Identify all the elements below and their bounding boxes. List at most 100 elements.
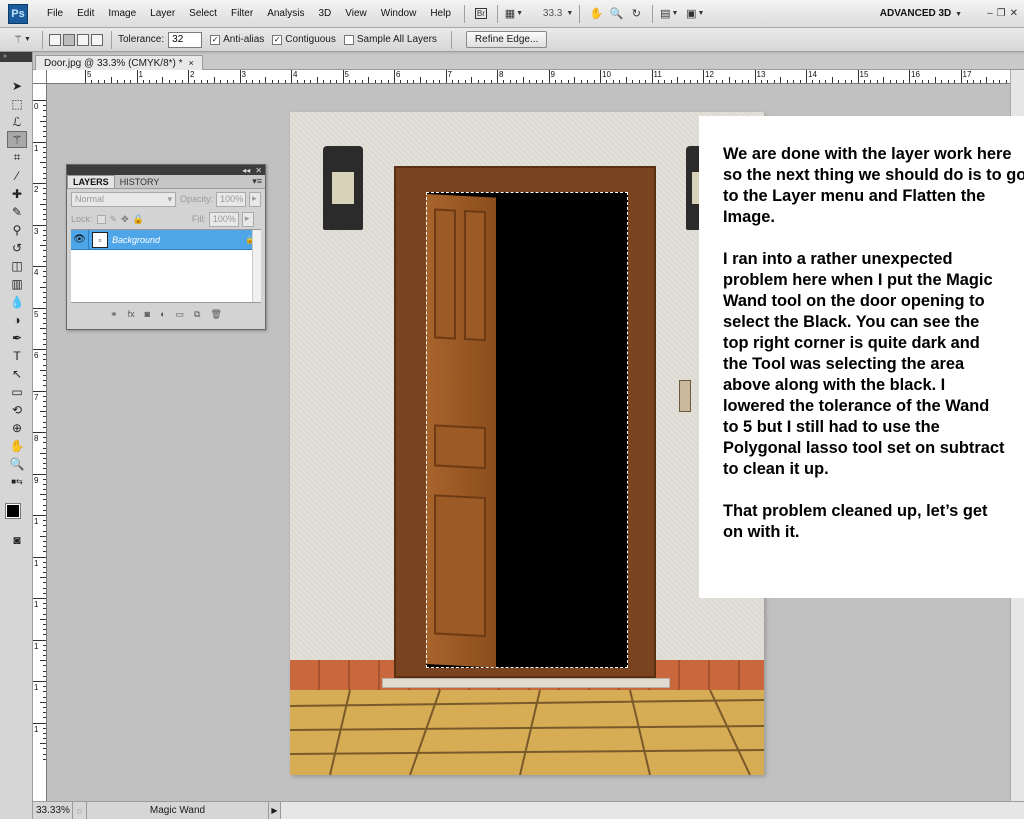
zoom-tool-icon[interactable]: 🔍 — [606, 5, 626, 23]
menu-help[interactable]: Help — [423, 8, 458, 19]
opacity-slider-icon[interactable]: ▸ — [249, 191, 261, 207]
rotate-view-icon[interactable]: ↻ — [626, 5, 646, 23]
foreground-color-swatch[interactable] — [5, 503, 21, 519]
tolerance-input[interactable] — [168, 31, 203, 48]
menu-image[interactable]: Image — [101, 8, 143, 19]
panel-menu-icon[interactable]: ▾≡ — [252, 176, 262, 187]
tab-history[interactable]: HISTORY — [115, 176, 165, 188]
tool-preset-picker[interactable]: ⚚ ▼ — [8, 31, 36, 49]
hand-tool-icon[interactable]: ✋ — [7, 437, 27, 454]
layers-panel-titlebar[interactable]: ◂◂ ✕ — [67, 165, 265, 175]
gradient-tool-icon[interactable]: ▥ — [7, 275, 27, 292]
minimize-icon[interactable]: – — [987, 8, 993, 19]
contiguous-checkbox[interactable]: ✓ — [272, 34, 283, 45]
new-group-icon[interactable]: ▭ — [176, 309, 185, 320]
menu-view[interactable]: View — [338, 8, 374, 19]
adjustment-layer-icon[interactable]: ◐ — [160, 309, 165, 319]
layer-row-background[interactable]: 👁 ▫ Background 🔒 — [71, 229, 261, 250]
menu-layer[interactable]: Layer — [143, 8, 182, 19]
close-tab-icon[interactable]: × — [189, 58, 194, 68]
layer-mask-icon[interactable]: ◙ — [145, 309, 150, 319]
vertical-ruler[interactable]: 0 1 2 3 4 5 6 7 8 9 1 1 1 1 1 1 — [33, 70, 47, 801]
clone-stamp-tool-icon[interactable]: ⚲ — [7, 221, 27, 238]
healing-brush-tool-icon[interactable]: ✚ — [7, 185, 27, 202]
lock-position-icon[interactable]: ✥ — [121, 214, 129, 225]
menu-window[interactable]: Window — [374, 8, 424, 19]
zoom-tool-icon[interactable]: 🔍 — [7, 455, 27, 472]
lock-transparency-icon[interactable] — [96, 214, 106, 224]
close-icon[interactable]: ✕ — [255, 166, 262, 175]
layer-name[interactable]: Background — [112, 235, 245, 245]
ruler-tick — [722, 80, 724, 83]
lock-pixels-icon[interactable]: ✎ — [110, 214, 118, 225]
view-extras-icon[interactable]: ▦ ▼ — [504, 5, 524, 23]
brush-tool-icon[interactable]: ✎ — [7, 203, 27, 220]
document-info-icon[interactable]: ◌ — [73, 802, 87, 819]
add-to-selection-icon[interactable] — [63, 33, 75, 46]
hand-tool-icon[interactable]: ✋ — [586, 5, 606, 23]
horizontal-scrollbar[interactable] — [281, 802, 1024, 819]
path-selection-tool-icon[interactable]: ↖ — [7, 365, 27, 382]
dodge-tool-icon[interactable]: ◑ — [7, 311, 27, 328]
collapse-icon[interactable]: ◂◂ — [242, 166, 250, 175]
menu-analysis[interactable]: Analysis — [260, 8, 311, 19]
quick-mask-icon[interactable]: ◙ — [7, 531, 27, 548]
menu-3d[interactable]: 3D — [311, 8, 338, 19]
screen-mode-icon[interactable]: ▣ ▼ — [685, 5, 705, 23]
intersect-selection-icon[interactable] — [91, 33, 103, 46]
menu-select[interactable]: Select — [182, 8, 224, 19]
new-selection-icon[interactable] — [49, 33, 61, 46]
layers-scrollbar[interactable] — [252, 230, 261, 302]
pen-tool-icon[interactable]: ✒ — [7, 329, 27, 346]
sample-all-layers-option[interactable]: Sample All Layers — [343, 34, 437, 45]
default-colors-icon[interactable]: ■⇆ — [7, 473, 27, 490]
door-photo[interactable] — [290, 112, 764, 775]
link-layers-icon[interactable]: ⚭ — [110, 309, 118, 320]
layer-style-icon[interactable]: fx — [128, 309, 135, 319]
zoom-level[interactable]: 33.3 — [540, 8, 565, 19]
move-tool-icon[interactable]: ➤ — [7, 77, 27, 94]
lock-all-icon[interactable]: 🔒 — [133, 214, 144, 225]
antialias-option[interactable]: ✓ Anti-alias — [210, 34, 264, 45]
contiguous-option[interactable]: ✓ Contiguous — [272, 34, 336, 45]
subtract-from-selection-icon[interactable] — [77, 33, 89, 46]
chevron-down-icon[interactable]: ▼ — [566, 10, 573, 17]
magic-wand-tool-icon[interactable]: ⚚ — [7, 131, 27, 148]
status-zoom[interactable]: 33.33% — [33, 802, 73, 819]
history-brush-tool-icon[interactable]: ↺ — [7, 239, 27, 256]
3d-rotate-tool-icon[interactable]: ⟲ — [7, 401, 27, 418]
tab-layers[interactable]: LAYERS — [67, 175, 115, 188]
menu-edit[interactable]: Edit — [70, 8, 101, 19]
fill-input[interactable]: 100% — [208, 211, 239, 227]
blend-mode-select[interactable]: Normal ▾ — [71, 191, 177, 207]
ruler-origin[interactable] — [33, 70, 47, 84]
collapse-panel-icon[interactable]: » — [0, 52, 32, 62]
status-menu-icon[interactable]: ▶ — [269, 802, 281, 819]
shape-tool-icon[interactable]: ▭ — [7, 383, 27, 400]
document-tab[interactable]: Door.jpg @ 33.3% (CMYK/8*) * × — [35, 55, 203, 70]
horizontal-ruler[interactable]: 5 1 2 3 4 5 6 7 8 9 10 11 12 13 14 15 16 17 — [47, 70, 1010, 84]
refine-edge-button[interactable]: Refine Edge... — [465, 31, 548, 48]
eraser-tool-icon[interactable]: ◫ — [7, 257, 27, 274]
opacity-input[interactable]: 100% — [216, 191, 247, 207]
new-layer-icon[interactable]: ⧉ — [194, 309, 200, 320]
antialias-checkbox[interactable]: ✓ — [210, 34, 221, 45]
marquee-tool-icon[interactable]: ⬚ — [7, 95, 27, 112]
delete-layer-icon[interactable]: 🗑 — [210, 309, 221, 320]
bridge-icon[interactable]: Br — [471, 5, 491, 23]
eyedropper-tool-icon[interactable]: ⁄ — [7, 167, 27, 184]
workspace-switcher[interactable]: ADVANCED 3D ▼ — [880, 8, 962, 19]
sample-all-layers-checkbox[interactable] — [343, 34, 354, 45]
menu-file[interactable]: File — [40, 8, 70, 19]
crop-tool-icon[interactable]: ⌗ — [7, 149, 27, 166]
lasso-tool-icon[interactable]: ℒ — [7, 113, 27, 130]
3d-orbit-tool-icon[interactable]: ⊕ — [7, 419, 27, 436]
restore-icon[interactable]: ❐ — [997, 8, 1006, 19]
blur-tool-icon[interactable]: 💧 — [7, 293, 27, 310]
menu-filter[interactable]: Filter — [224, 8, 260, 19]
type-tool-icon[interactable]: T — [7, 347, 27, 364]
visibility-eye-icon[interactable]: 👁 — [71, 229, 89, 250]
arrange-documents-icon[interactable]: ▤ ▼ — [659, 5, 679, 23]
fill-slider-icon[interactable]: ▸ — [241, 211, 254, 227]
close-icon[interactable]: ✕ — [1010, 8, 1018, 19]
